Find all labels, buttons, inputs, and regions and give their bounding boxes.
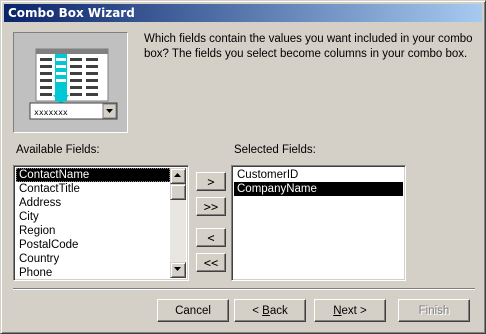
- add-all-fields-button[interactable]: >>: [196, 197, 226, 216]
- add-field-label: >: [207, 174, 215, 189]
- title-bar[interactable]: Combo Box Wizard: [4, 4, 482, 22]
- wizard-illustration: xxxxxxx: [13, 32, 128, 133]
- next-button[interactable]: Next >: [314, 299, 386, 322]
- available-field-item[interactable]: Region: [16, 224, 170, 238]
- scroll-thumb[interactable]: [170, 184, 186, 200]
- remove-field-label: <: [207, 230, 215, 245]
- available-field-item[interactable]: Address: [16, 196, 170, 210]
- back-rest: ack: [269, 304, 288, 317]
- cancel-label: Cancel: [175, 304, 211, 317]
- available-field-item[interactable]: Country: [16, 252, 170, 266]
- instructions-text: Which fields contain the values you want…: [144, 33, 473, 60]
- back-label: < Back: [252, 305, 288, 317]
- combo-box-illustration-icon: xxxxxxx: [29, 48, 118, 120]
- next-rest: ext >: [341, 304, 367, 317]
- available-fields-label: Available Fields:: [16, 144, 100, 156]
- remove-field-button[interactable]: <: [196, 228, 226, 247]
- available-field-item[interactable]: Phone: [16, 266, 170, 280]
- available-field-item[interactable]: ContactName: [16, 168, 170, 182]
- remove-all-fields-button[interactable]: <<: [196, 253, 226, 272]
- scroll-up-button[interactable]: [170, 168, 186, 184]
- finish-button[interactable]: Finish: [398, 299, 470, 322]
- back-prefix: <: [252, 304, 263, 317]
- selected-fields-label: Selected Fields:: [234, 144, 316, 156]
- selected-field-item[interactable]: CustomerID: [234, 168, 403, 182]
- selected-fields-list[interactable]: CustomerID CompanyName: [231, 165, 406, 281]
- back-button[interactable]: < Back: [234, 299, 306, 322]
- available-field-item[interactable]: City: [16, 210, 170, 224]
- scroll-up-arrow-icon: [174, 173, 181, 177]
- available-list-scrollbar[interactable]: [170, 168, 186, 278]
- separator: [13, 288, 475, 290]
- next-label: Next >: [333, 305, 367, 317]
- next-accelerator: N: [333, 304, 342, 317]
- back-accelerator: B: [262, 304, 270, 317]
- scroll-down-arrow-icon: [174, 267, 181, 271]
- available-field-item[interactable]: ContactTitle: [16, 182, 170, 196]
- combo-illustration-text: xxxxxxx: [34, 108, 68, 117]
- available-fields-list[interactable]: ContactName ContactTitle Address City Re…: [13, 165, 189, 281]
- window-title: Combo Box Wizard: [8, 6, 135, 20]
- add-all-label: >>: [203, 199, 219, 214]
- selected-field-item[interactable]: CompanyName: [234, 182, 403, 196]
- remove-all-label: <<: [203, 255, 219, 270]
- available-field-item[interactable]: PostalCode: [16, 238, 170, 252]
- cancel-button[interactable]: Cancel: [157, 299, 229, 322]
- finish-label: Finish: [418, 304, 450, 317]
- scroll-down-button[interactable]: [170, 262, 186, 278]
- combo-box-wizard-window: Combo Box Wizard xxxxxxx Which fields co…: [0, 0, 486, 334]
- add-field-button[interactable]: >: [196, 172, 226, 191]
